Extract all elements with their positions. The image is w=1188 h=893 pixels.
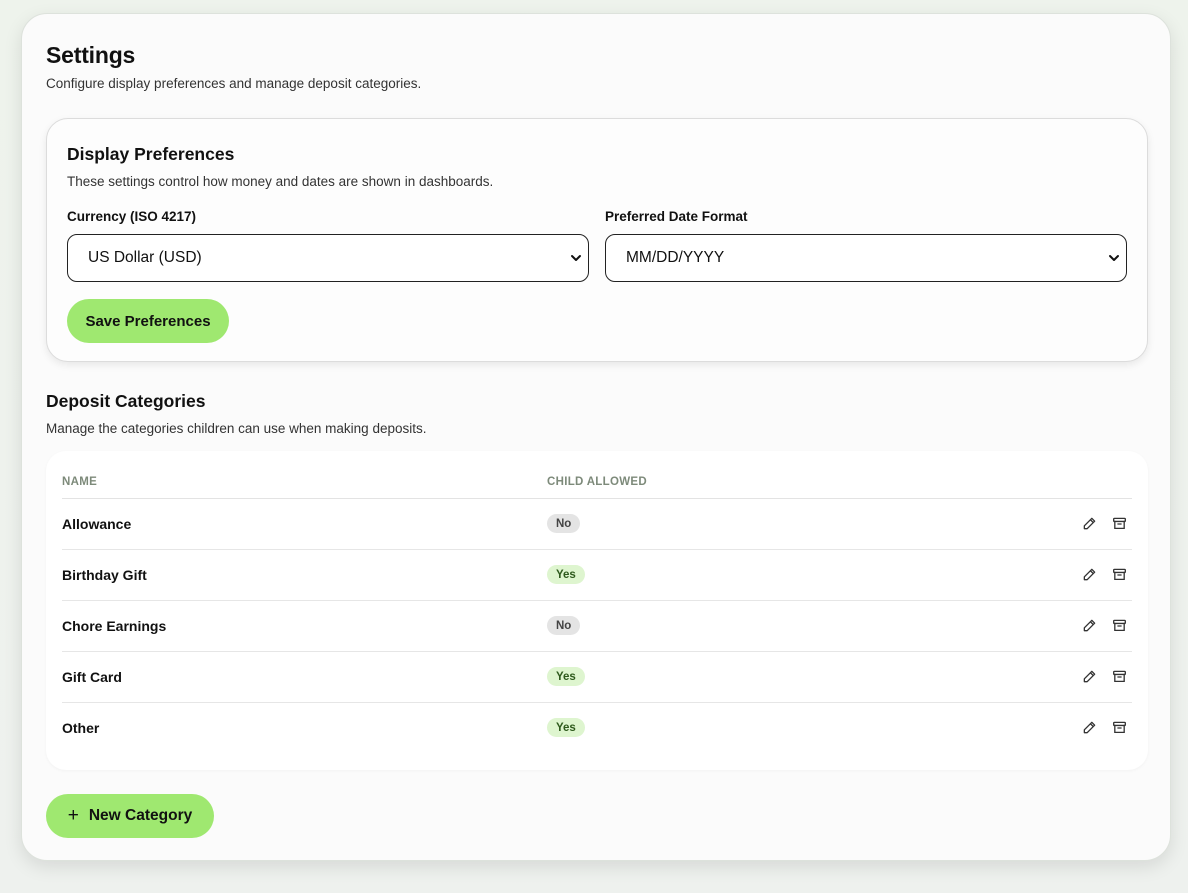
new-category-label: New Category bbox=[88, 807, 193, 824]
new-category-button[interactable]: + New Category bbox=[46, 794, 214, 838]
currency-select-value: US Dollar (USD) bbox=[88, 249, 202, 266]
column-header-child-allowed: CHILD ALLOWED bbox=[547, 476, 647, 488]
table-row: Chore Earnings No bbox=[62, 601, 1132, 652]
category-name: Allowance bbox=[62, 516, 132, 532]
table-row: Allowance No bbox=[62, 499, 1132, 550]
chevron-down-icon bbox=[1109, 255, 1119, 261]
pencil-icon[interactable] bbox=[1081, 719, 1097, 735]
settings-panel: Settings Configure display preferences a… bbox=[21, 13, 1171, 861]
date-format-label: Preferred Date Format bbox=[605, 209, 748, 224]
child-allowed-badge: Yes bbox=[547, 667, 585, 686]
archive-icon[interactable] bbox=[1111, 617, 1127, 633]
table-row: Gift Card Yes bbox=[62, 652, 1132, 703]
display-preferences-description: These settings control how money and dat… bbox=[67, 174, 494, 189]
archive-icon[interactable] bbox=[1111, 719, 1127, 735]
child-allowed-badge: No bbox=[547, 616, 581, 635]
category-name: Birthday Gift bbox=[62, 567, 147, 583]
display-preferences-card: Display Preferences These settings contr… bbox=[46, 118, 1148, 362]
pencil-icon[interactable] bbox=[1081, 668, 1097, 684]
page-subtitle: Configure display preferences and manage… bbox=[46, 76, 422, 91]
plus-icon: + bbox=[67, 804, 79, 826]
category-name: Chore Earnings bbox=[62, 618, 167, 634]
child-allowed-badge: Yes bbox=[547, 718, 585, 737]
display-preferences-title: Display Preferences bbox=[67, 144, 235, 164]
deposit-categories-description: Manage the categories children can use w… bbox=[46, 421, 427, 436]
child-allowed-badge: Yes bbox=[547, 565, 585, 584]
table-row: Birthday Gift Yes bbox=[62, 550, 1132, 601]
date-format-select-value: MM/DD/YYYY bbox=[626, 249, 725, 266]
pencil-icon[interactable] bbox=[1081, 566, 1097, 582]
save-preferences-button[interactable]: Save Preferences bbox=[67, 299, 229, 343]
date-format-select[interactable]: MM/DD/YYYY bbox=[605, 234, 1127, 282]
deposit-categories-title: Deposit Categories bbox=[46, 391, 206, 411]
table-row: Other Yes bbox=[62, 703, 1132, 754]
currency-select[interactable]: US Dollar (USD) bbox=[67, 234, 589, 282]
category-name: Gift Card bbox=[62, 669, 122, 685]
archive-icon[interactable] bbox=[1111, 515, 1127, 531]
chevron-down-icon bbox=[571, 255, 581, 261]
archive-icon[interactable] bbox=[1111, 668, 1127, 684]
pencil-icon[interactable] bbox=[1081, 515, 1097, 531]
category-name: Other bbox=[62, 720, 100, 736]
currency-label: Currency (ISO 4217) bbox=[67, 209, 197, 224]
page-title: Settings bbox=[46, 42, 136, 68]
pencil-icon[interactable] bbox=[1081, 617, 1097, 633]
categories-table: NAME CHILD ALLOWED Allowance No Birthday… bbox=[46, 451, 1148, 770]
archive-icon[interactable] bbox=[1111, 566, 1127, 582]
column-header-name: NAME bbox=[62, 476, 98, 488]
child-allowed-badge: No bbox=[547, 514, 581, 533]
